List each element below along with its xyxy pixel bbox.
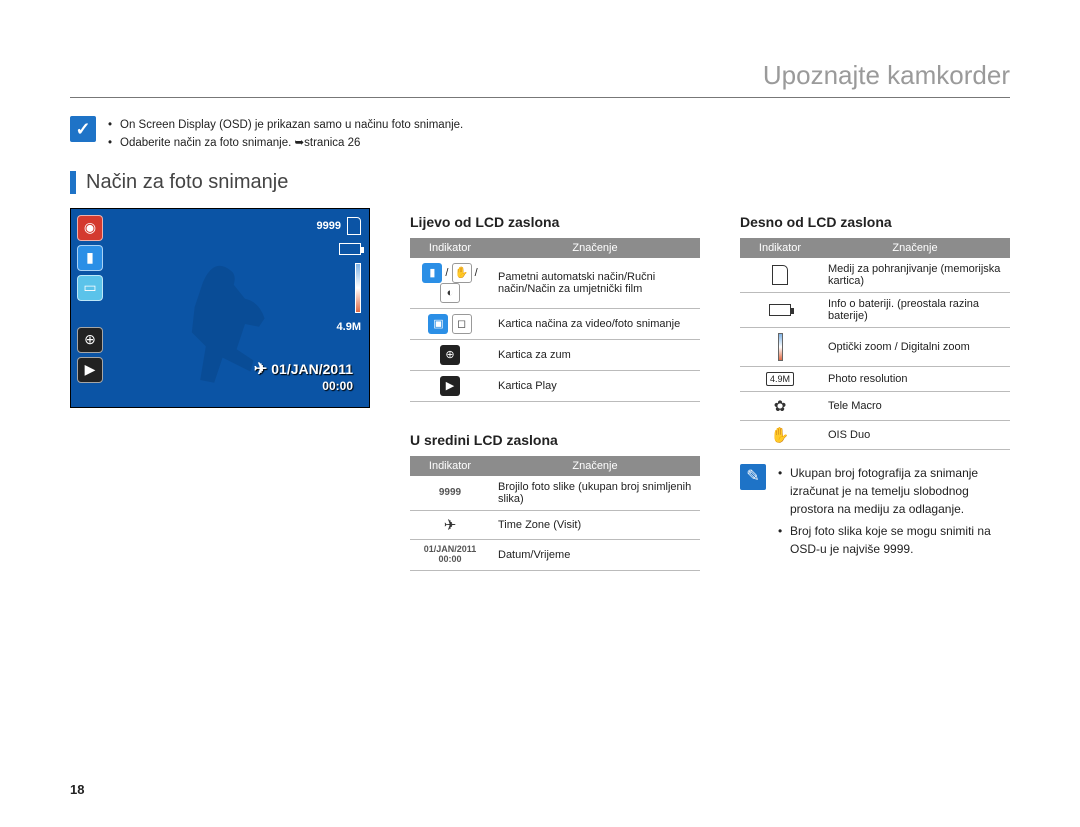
lcd-time: 00:00 [254,379,353,393]
lcd-date: 01/JAN/2011 [271,361,353,377]
cell-meaning: Optički zoom / Digitalni zoom [820,327,1010,366]
smart-auto-icon[interactable]: ◉ [77,215,103,241]
note-item: Ukupan broj fotografija za snimanje izra… [778,464,1010,518]
cell-meaning: Photo resolution [820,366,1010,391]
photo-tab-icon: ◻ [452,314,472,334]
ois-duo-icon: ✋ [771,427,790,444]
manual-tab-icon: ✋ [452,263,472,283]
play-icon[interactable]: ▶ [77,357,103,383]
counter-label: 9999 [317,220,341,232]
cell-meaning: Datum/Vrijeme [490,539,700,570]
time-indicator: 00:00 [418,555,482,565]
lcd-preview: ◉ ▮ ▭ ⊕ ▶ 9999 4.9M ✈01/JAN/2011 00:00 [70,208,370,408]
sd-card-indicator-icon [772,265,788,285]
cell-meaning: Kartica načina za video/foto snimanje [490,308,700,339]
zoom-bar-indicator-icon [778,333,783,361]
cell-meaning: Brojilo foto slike (ukupan broj snimljen… [490,476,700,511]
cell-meaning: Pametni automatski način/Ručni način/Nač… [490,258,700,309]
cell-meaning: Tele Macro [820,391,1010,420]
resolution-indicator-icon: 4.9M [766,372,794,386]
resolution-label: 4.9M [337,321,361,333]
note-icon: ✎ [740,464,766,490]
check-icon: ✓ [70,116,96,142]
cell-meaning: Kartica Play [490,370,700,401]
cell-meaning: OIS Duo [820,420,1010,449]
zoom-bar-icon [355,263,361,313]
tele-macro-icon: ✿ [774,398,787,415]
photo-mode-icon[interactable]: ▮ [77,245,103,271]
center-table: Indikator Značenje 9999 Brojilo foto sli… [410,456,700,571]
intro-item: Odaberite način za foto snimanje. ➥stran… [108,134,463,152]
left-table: Indikator Značenje ▮ / ✋ / ◐ Pametni aut… [410,238,700,402]
smart-auto-tab-icon: ▮ [422,263,442,283]
intro-item: On Screen Display (OSD) je prikazan samo… [108,116,463,134]
sd-card-icon [347,217,361,235]
right-table-title: Desno od LCD zaslona [740,214,1010,230]
video-tab-icon: ▣ [428,314,448,334]
th-indicator: Indikator [410,238,490,258]
th-meaning: Značenje [490,456,700,476]
cell-meaning: Info o bateriji. (preostala razina bater… [820,292,1010,327]
center-table-title: U sredini LCD zaslona [410,432,700,448]
page-title: Upoznajte kamkorder [70,60,1010,98]
intro-list: On Screen Display (OSD) je prikazan samo… [108,116,463,153]
th-indicator: Indikator [740,238,820,258]
page-number: 18 [70,782,84,797]
artfilm-tab-icon: ◐ [440,283,460,303]
counter-indicator: 9999 [410,476,490,511]
th-indicator: Indikator [410,456,490,476]
airplane-indicator-icon: ✈ [444,517,457,534]
note-item: Broj foto slika koje se mogu snimiti na … [778,522,1010,558]
battery-icon [339,243,361,255]
battery-indicator-icon [769,304,791,316]
zoom-icon[interactable]: ⊕ [77,327,103,353]
th-meaning: Značenje [820,238,1010,258]
zoom-tab-icon: ⊕ [440,345,460,365]
note-list: Ukupan broj fotografija za snimanje izra… [778,464,1010,562]
th-meaning: Značenje [490,238,700,258]
airplane-icon: ✈ [254,359,267,379]
section-heading: Način za foto snimanje [70,171,1010,194]
cell-meaning: Medij za pohranjivanje (memorijska karti… [820,258,1010,293]
cell-meaning: Kartica za zum [490,339,700,370]
cell-meaning: Time Zone (Visit) [490,510,700,539]
right-table: Indikator Značenje Medij za pohranjivanj… [740,238,1010,450]
video-mode-icon[interactable]: ▭ [77,275,103,301]
left-table-title: Lijevo od LCD zaslona [410,214,700,230]
play-tab-icon: ▶ [440,376,460,396]
